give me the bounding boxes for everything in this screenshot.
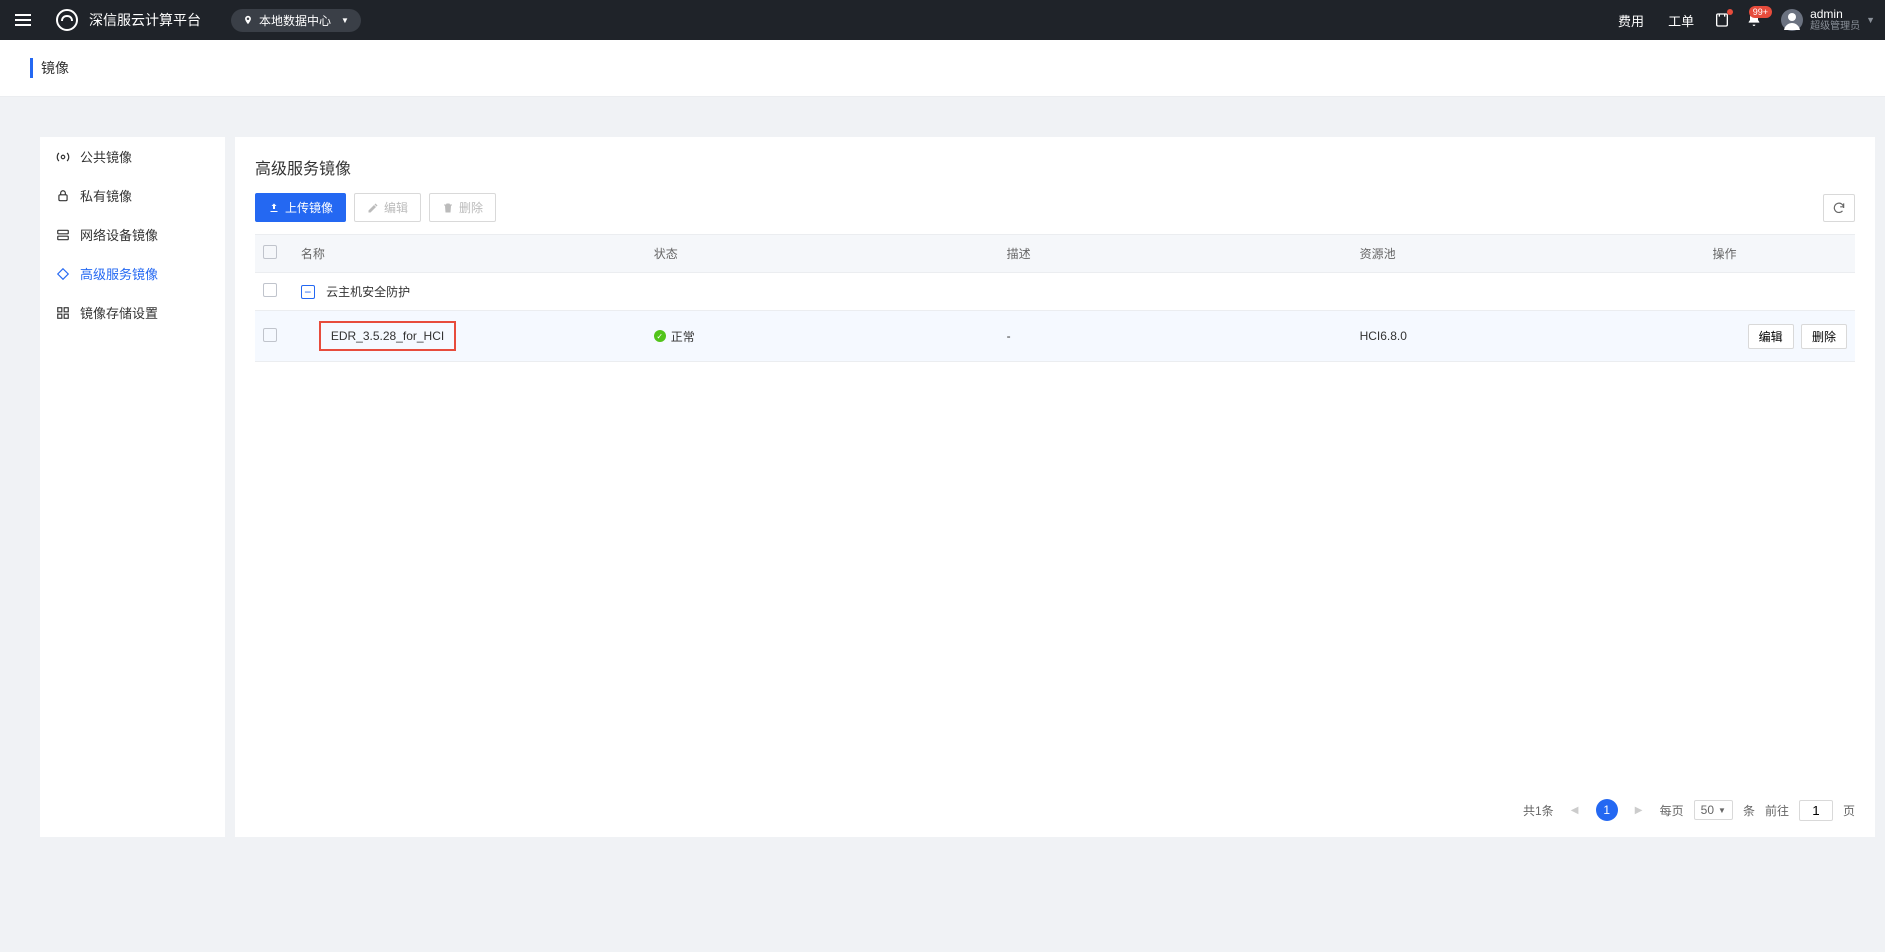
caret-down-icon: ▼ bbox=[1718, 806, 1726, 815]
row-name: EDR_3.5.28_for_HCI bbox=[331, 329, 444, 343]
datacenter-selector[interactable]: 本地数据中心 ▼ bbox=[231, 9, 361, 32]
row-desc: - bbox=[999, 311, 1352, 362]
status-cell: ✓ 正常 bbox=[654, 328, 695, 345]
toolbar: 上传镜像 编辑 删除 bbox=[235, 193, 1875, 234]
image-table: 名称 状态 描述 资源池 操作 − 云主机安全防护 bbox=[255, 234, 1855, 362]
nav-fee[interactable]: 费用 bbox=[1618, 11, 1644, 30]
lock-icon bbox=[56, 189, 70, 203]
upload-image-button[interactable]: 上传镜像 bbox=[255, 193, 346, 222]
next-page-button[interactable]: ▶ bbox=[1628, 799, 1650, 821]
per-page-label: 每页 bbox=[1660, 802, 1684, 819]
per-page-value: 50 bbox=[1701, 803, 1714, 817]
alert-icon-button[interactable] bbox=[1714, 12, 1730, 28]
goto-label: 前往 bbox=[1765, 802, 1789, 819]
user-name: admin bbox=[1810, 7, 1860, 21]
per-page-suffix: 条 bbox=[1743, 802, 1755, 819]
tree-collapse-toggle[interactable]: − bbox=[301, 285, 315, 299]
refresh-icon bbox=[1832, 201, 1846, 215]
datacenter-label: 本地数据中心 bbox=[259, 12, 331, 29]
status-text: 正常 bbox=[671, 328, 695, 345]
sidebar-item-network-device-image[interactable]: 网络设备镜像 bbox=[40, 215, 225, 254]
total-text: 共1条 bbox=[1523, 802, 1554, 819]
total-prefix: 共 bbox=[1523, 804, 1535, 818]
sidebar-item-public-image[interactable]: 公共镜像 bbox=[40, 137, 225, 176]
group-label: 云主机安全防护 bbox=[326, 285, 410, 299]
tab-images[interactable]: 镜像 bbox=[30, 58, 69, 78]
pagination: 共1条 ◀ 1 ▶ 每页 50 ▼ 条 前往 页 bbox=[1523, 799, 1855, 821]
col-desc: 描述 bbox=[999, 235, 1352, 273]
col-status: 状态 bbox=[646, 235, 999, 273]
user-menu[interactable]: admin 超级管理员 ▼ bbox=[1780, 7, 1875, 33]
goto-page-input[interactable] bbox=[1799, 800, 1833, 821]
pencil-icon bbox=[367, 202, 379, 214]
caret-down-icon: ▼ bbox=[341, 16, 349, 25]
platform-name: 深信服云计算平台 bbox=[89, 10, 201, 30]
row-pool: HCI6.8.0 bbox=[1352, 311, 1705, 362]
platform-logo-icon bbox=[55, 8, 79, 32]
user-role: 超级管理员 bbox=[1810, 21, 1860, 33]
alert-dot bbox=[1727, 9, 1733, 15]
goto-suffix: 页 bbox=[1843, 802, 1855, 819]
page-title: 高级服务镜像 bbox=[235, 137, 1875, 193]
delete-button[interactable]: 删除 bbox=[429, 193, 496, 222]
sidebar: 公共镜像 私有镜像 网络设备镜像 高级服务镜像 镜像存储设置 bbox=[40, 137, 225, 837]
grid-icon bbox=[56, 306, 70, 320]
location-icon bbox=[243, 15, 253, 25]
row-checkbox[interactable] bbox=[263, 328, 277, 342]
row-checkbox[interactable] bbox=[263, 283, 277, 297]
select-all-checkbox[interactable] bbox=[263, 245, 277, 259]
sidebar-item-label: 镜像存储设置 bbox=[80, 303, 158, 322]
col-action: 操作 bbox=[1705, 235, 1856, 273]
top-header: 深信服云计算平台 本地数据中心 ▼ 费用 工单 99+ admin 超级管理员 … bbox=[0, 0, 1885, 40]
col-pool: 资源池 bbox=[1352, 235, 1705, 273]
sidebar-item-label: 私有镜像 bbox=[80, 186, 132, 205]
sidebar-item-label: 公共镜像 bbox=[80, 147, 132, 166]
notification-bell-button[interactable]: 99+ bbox=[1746, 12, 1762, 28]
main-panel: 高级服务镜像 上传镜像 编辑 删除 bbox=[235, 137, 1875, 837]
total-count: 1 bbox=[1535, 804, 1542, 818]
prev-page-button[interactable]: ◀ bbox=[1564, 799, 1586, 821]
per-page-select[interactable]: 50 ▼ bbox=[1694, 800, 1733, 820]
delete-label: 删除 bbox=[459, 199, 483, 216]
notification-badge: 99+ bbox=[1749, 6, 1772, 18]
row-delete-button[interactable]: 删除 bbox=[1801, 324, 1847, 349]
broadcast-icon bbox=[56, 150, 70, 164]
sidebar-item-image-storage-settings[interactable]: 镜像存储设置 bbox=[40, 293, 225, 332]
page-tabs-bar: 镜像 bbox=[0, 40, 1885, 97]
col-name: 名称 bbox=[293, 235, 646, 273]
hamburger-menu-button[interactable] bbox=[15, 10, 35, 30]
table-row[interactable]: EDR_3.5.28_for_HCI ✓ 正常 - HCI6.8.0 bbox=[255, 311, 1855, 362]
table-group-row: − 云主机安全防护 bbox=[255, 273, 1855, 311]
trash-icon bbox=[442, 202, 454, 214]
diamond-icon bbox=[56, 267, 70, 281]
sidebar-item-label: 网络设备镜像 bbox=[80, 225, 158, 244]
total-suffix: 条 bbox=[1542, 804, 1554, 818]
row-edit-button[interactable]: 编辑 bbox=[1748, 324, 1794, 349]
upload-label: 上传镜像 bbox=[285, 199, 333, 216]
page-number-current[interactable]: 1 bbox=[1596, 799, 1618, 821]
edit-button[interactable]: 编辑 bbox=[354, 193, 421, 222]
status-ok-icon: ✓ bbox=[654, 330, 666, 342]
server-icon bbox=[56, 228, 70, 242]
edit-label: 编辑 bbox=[384, 199, 408, 216]
nav-ticket[interactable]: 工单 bbox=[1668, 11, 1694, 30]
user-avatar-icon bbox=[1780, 8, 1804, 32]
sidebar-item-label: 高级服务镜像 bbox=[80, 264, 158, 283]
refresh-button[interactable] bbox=[1823, 194, 1855, 222]
highlighted-image-name: EDR_3.5.28_for_HCI bbox=[319, 321, 456, 351]
user-caret-down-icon: ▼ bbox=[1866, 15, 1875, 25]
sidebar-item-advanced-service-image[interactable]: 高级服务镜像 bbox=[40, 254, 225, 293]
upload-icon bbox=[268, 202, 280, 214]
sidebar-item-private-image[interactable]: 私有镜像 bbox=[40, 176, 225, 215]
